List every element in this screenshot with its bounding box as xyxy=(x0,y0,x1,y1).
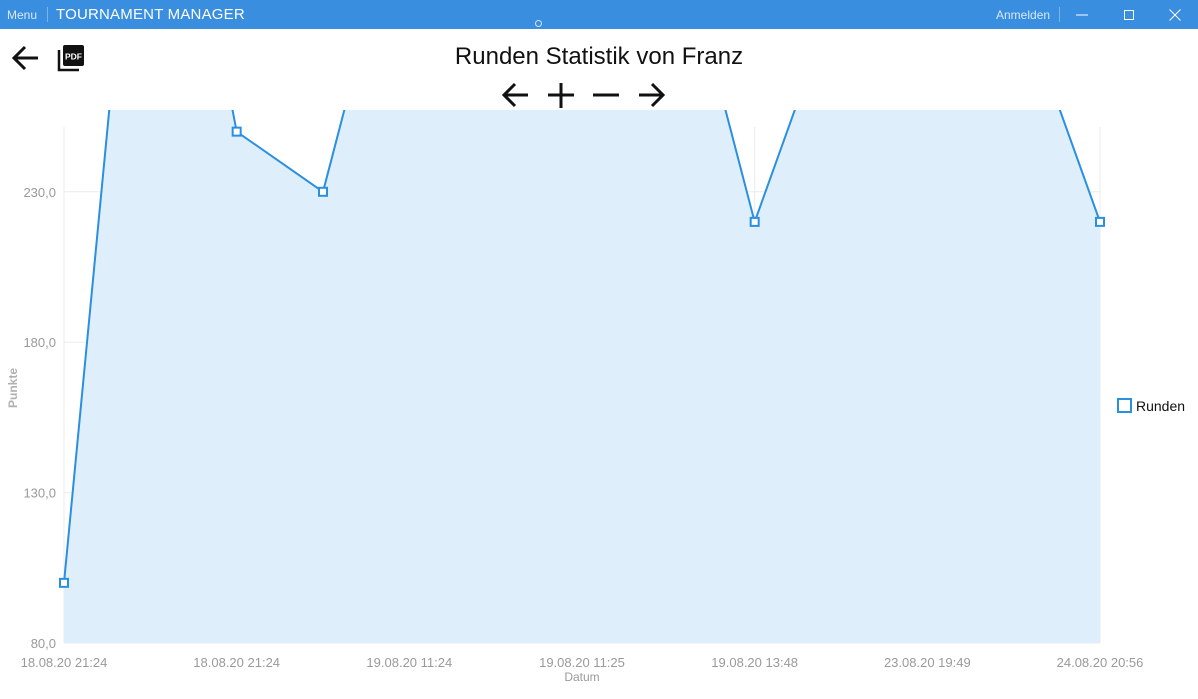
data-point-marker xyxy=(318,186,328,197)
data-point-marker xyxy=(59,577,69,588)
close-icon xyxy=(1169,9,1181,21)
data-point-marker xyxy=(1095,216,1105,227)
titlebar-divider xyxy=(47,7,48,22)
y-tick-label: 180,0 xyxy=(23,335,56,350)
x-tick-label: 23.08.20 19:49 xyxy=(884,655,971,670)
drag-handle-icon[interactable] xyxy=(535,20,542,27)
zoom-out-button[interactable] xyxy=(590,80,622,110)
x-tick-label: 19.08.20 11:25 xyxy=(539,655,625,670)
y-tick-label: 80,0 xyxy=(31,636,56,651)
rounds-chart[interactable]: 80,0130,0180,0230,0280,0330,0380,018.08.… xyxy=(0,110,1198,699)
previous-button[interactable] xyxy=(500,80,532,110)
x-axis-title: Datum xyxy=(564,670,599,684)
x-tick-label: 18.08.20 21:24 xyxy=(193,655,280,670)
login-button[interactable]: Anmelden xyxy=(996,8,1050,22)
x-tick-label: 19.08.20 13:48 xyxy=(711,655,798,670)
next-button[interactable] xyxy=(635,80,667,110)
title-bar: Menu TOURNAMENT MANAGER Anmelden xyxy=(0,0,1198,29)
series-area-fill xyxy=(64,110,1100,643)
y-axis-title: Punkte xyxy=(6,368,20,408)
maximize-button[interactable] xyxy=(1106,0,1152,29)
minus-icon xyxy=(593,93,619,97)
minimize-button[interactable] xyxy=(1059,0,1105,29)
x-tick-label: 19.08.20 11:24 xyxy=(366,655,452,670)
zoom-in-button[interactable] xyxy=(545,80,577,110)
y-tick-label: 130,0 xyxy=(23,486,56,501)
data-point-marker xyxy=(231,126,242,137)
legend-marker-icon xyxy=(1117,398,1132,413)
maximize-icon xyxy=(1124,10,1134,20)
plus-icon xyxy=(548,83,574,108)
app-title: TOURNAMENT MANAGER xyxy=(56,6,245,23)
menu-button[interactable]: Menu xyxy=(7,8,37,22)
minimize-icon xyxy=(1076,14,1088,16)
page-title: Runden Statistik von Franz xyxy=(454,43,744,70)
data-point-marker xyxy=(749,216,760,227)
x-tick-label: 18.08.20 21:24 xyxy=(21,655,108,670)
arrow-left-icon xyxy=(501,82,528,108)
arrow-right-icon xyxy=(639,82,666,108)
x-tick-label: 24.08.20 20:56 xyxy=(1057,655,1144,670)
y-tick-label: 230,0 xyxy=(23,185,56,200)
legend-label: Runden xyxy=(1136,398,1186,414)
close-button[interactable] xyxy=(1152,0,1198,29)
